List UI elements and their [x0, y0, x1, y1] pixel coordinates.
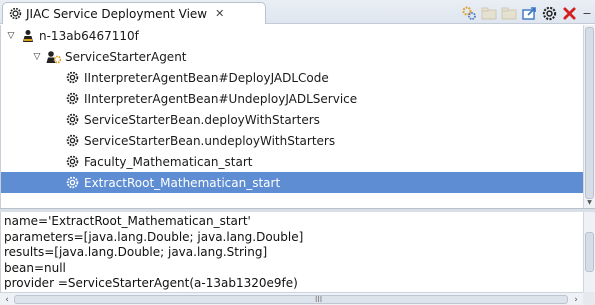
detail-line-bean: bean=null — [4, 260, 66, 275]
tree-node-service[interactable]: ServiceStarterBean.undeployWithStarters — [1, 130, 583, 151]
gear-icon — [65, 175, 80, 190]
minimize-icon[interactable]: − — [579, 4, 595, 22]
tree-node-service[interactable]: Faculty_Mathematican_start — [1, 151, 583, 172]
tree-node-node[interactable]: ▽ n-13ab6467110f — [1, 25, 583, 46]
service-tree[interactable]: ▽ n-13ab6467110f ▽ ServiceStarterAgent I… — [0, 25, 583, 208]
gear-icon — [65, 133, 80, 148]
scrollbar-thumb[interactable] — [585, 232, 594, 272]
tree-node-label: ServiceStarterBean.undeployWithStarters — [84, 133, 336, 148]
scroll-down-arrow-icon[interactable]: ▼ — [585, 199, 594, 207]
tree-node-label: IInterpreterAgentBean#UndeployJADLServic… — [84, 91, 358, 106]
view-tab-bar: JIAC Service Deployment View ✕ − — [0, 0, 595, 24]
tree-node-label: ExtractRoot_Mathematican_start — [84, 175, 281, 190]
close-icon[interactable]: ✕ — [215, 7, 224, 20]
tree-node-service[interactable]: IInterpreterAgentBean#DeployJADLCode — [1, 67, 583, 88]
tree-node-label: Faculty_Mathematican_start — [84, 154, 253, 169]
detail-line-name: name='ExtractRoot_Mathematican_start' — [4, 214, 251, 228]
tree-node-service-selected[interactable]: ExtractRoot_Mathematican_start — [1, 172, 583, 193]
details-horizontal-scrollbar[interactable]: ‹ III › — [0, 292, 583, 305]
tree-node-agent[interactable]: ▽ ServiceStarterAgent — [1, 46, 583, 67]
expand-toggle-icon[interactable]: ▽ — [31, 51, 43, 63]
export-icon[interactable] — [519, 4, 539, 22]
scrollbar-corner — [583, 292, 595, 305]
deploy-icon[interactable] — [459, 4, 479, 22]
tree-node-label: n-13ab6467110f — [39, 28, 139, 43]
tab-title: JIAC Service Deployment View — [26, 6, 208, 21]
tree-node-service[interactable]: IInterpreterAgentBean#UndeployJADLServic… — [1, 88, 583, 109]
service-details-text[interactable]: name='ExtractRoot_Mathematican_start' pa… — [0, 212, 583, 292]
scroll-right-arrow-icon[interactable]: › — [570, 294, 582, 305]
gear-icon — [65, 70, 80, 85]
view-tab[interactable]: JIAC Service Deployment View ✕ — [2, 2, 266, 24]
details-vertical-scrollbar[interactable] — [583, 212, 595, 292]
detail-line-provider: provider =ServiceStarterAgent(a-13ab1320… — [4, 276, 298, 291]
scroll-left-arrow-icon[interactable]: ‹ — [1, 294, 13, 305]
scrollbar-thumb[interactable] — [585, 27, 594, 199]
view-toolbar: − — [459, 4, 595, 22]
gear-icon — [65, 154, 80, 169]
scrollbar-thumb[interactable]: III — [14, 295, 568, 304]
scrollbar-grip: III — [315, 295, 323, 304]
detail-line-parameters: parameters=[java.lang.Double; java.lang.… — [4, 229, 304, 244]
tree-vertical-scrollbar[interactable]: ▼ — [583, 25, 595, 208]
gear-icon — [65, 91, 80, 106]
settings-gear-icon[interactable] — [539, 4, 559, 22]
gear-icon — [8, 7, 22, 21]
node-icon — [20, 28, 35, 43]
expand-toggle-icon[interactable]: ▽ — [5, 30, 17, 42]
detail-line-results: results=[java.lang.Double; java.lang.Str… — [4, 245, 268, 260]
remove-icon[interactable] — [559, 4, 579, 22]
tree-node-label: ServiceStarterBean.deployWithStarters — [84, 112, 320, 127]
save-folder-icon[interactable] — [499, 4, 519, 22]
gear-icon — [65, 112, 80, 127]
tree-node-label: IInterpreterAgentBean#DeployJADLCode — [84, 70, 329, 85]
agent-icon — [46, 49, 61, 64]
open-folder-icon[interactable] — [479, 4, 499, 22]
tree-node-label: ServiceStarterAgent — [65, 49, 187, 64]
tree-node-service[interactable]: ServiceStarterBean.deployWithStarters — [1, 109, 583, 130]
